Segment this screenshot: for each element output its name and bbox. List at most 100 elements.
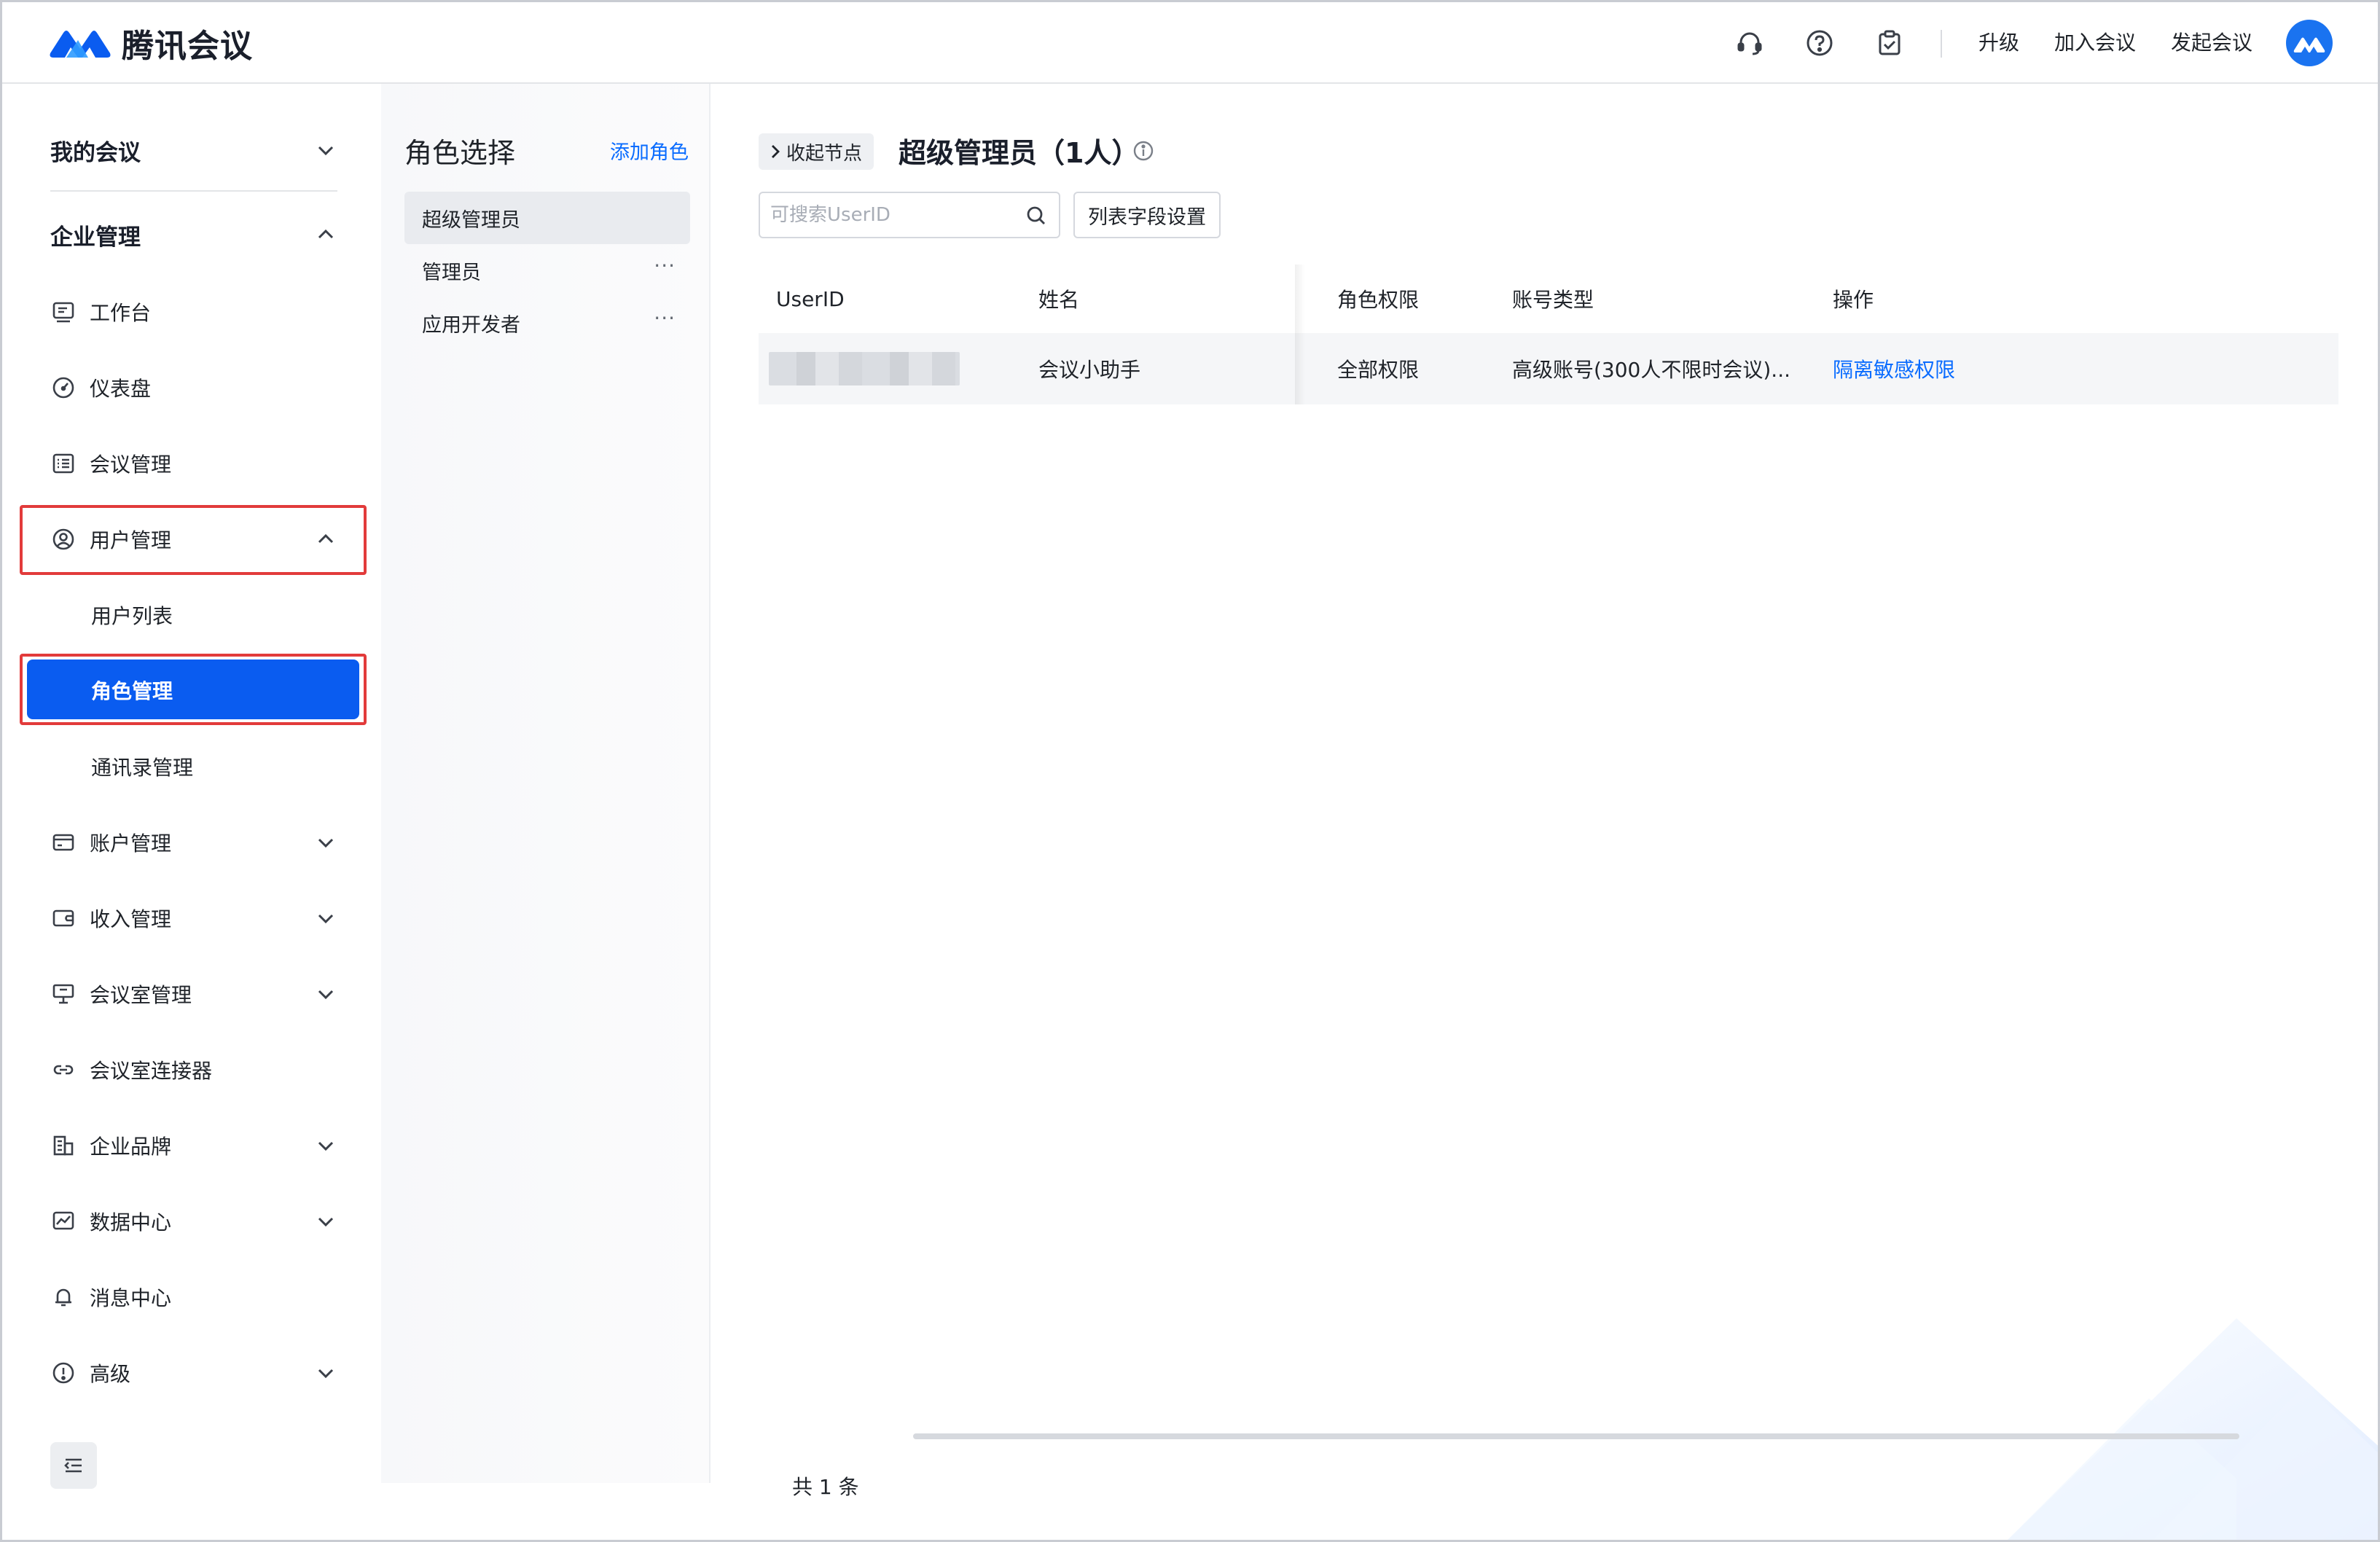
role-panel: 角色选择 添加角色 超级管理员 管理员 ··· 应用开发者 ··· (381, 84, 711, 1483)
sidebar-divider (50, 190, 337, 192)
sidebar-item-workbench[interactable]: 工作台 (24, 281, 364, 343)
top-bar: 腾讯会议 升级 加入会议 发起会议 (2, 2, 2378, 84)
headset-icon (1737, 32, 1762, 55)
sidebar-item-brand[interactable]: 企业品牌 (24, 1114, 364, 1177)
role-item-label: 应用开发者 (422, 313, 520, 337)
total-count: 共 1 条 (792, 1475, 859, 1499)
chevron-right-icon (772, 145, 780, 158)
chevron-up-icon (318, 229, 334, 239)
user-circle-icon (52, 528, 74, 550)
sidebar-item-account-management[interactable]: 账户管理 (24, 811, 364, 874)
sidebar-item-label: 账户管理 (90, 831, 172, 856)
meeting-room-icon (52, 984, 74, 1004)
sidebar-subitem-user-list[interactable]: 用户列表 (24, 584, 364, 646)
nav-group-label: 企业管理 (50, 224, 141, 251)
nav-group-my-meetings[interactable]: 我的会议 (24, 119, 364, 181)
redacted-userid (769, 352, 960, 386)
sidebar-item-label: 数据中心 (90, 1210, 172, 1234)
search-input[interactable] (769, 199, 1017, 231)
chevron-down-icon (318, 1369, 334, 1379)
sidebar-item-income-management[interactable]: 收入管理 (24, 887, 364, 950)
start-meeting-link[interactable]: 发起会议 (2171, 28, 2252, 58)
role-item-admin[interactable]: 管理员 ··· (404, 244, 690, 297)
logo[interactable]: 腾讯会议 (47, 21, 253, 65)
members-table: UserID 姓名 角色权限 账号类型 操作 会议小助手 全部权限 高级账号(3… (759, 265, 2338, 404)
main-content: 收起节点 超级管理员（1人） 列表字段设置 UserID 姓名 角色权限 账号类… (712, 84, 2378, 1540)
more-options-icon[interactable]: ··· (654, 308, 676, 329)
nav-group-label: 我的会议 (50, 139, 141, 166)
sidebar-subitem-role-management[interactable]: 角色管理 (27, 660, 359, 719)
avatar-logo-icon (2293, 37, 2325, 52)
sidebar-item-label: 会议室管理 (90, 983, 192, 1007)
tencent-meeting-logo-icon (50, 31, 111, 58)
task-icon (1879, 30, 1901, 55)
chevron-down-icon (318, 990, 334, 1000)
help-button[interactable] (1805, 28, 1834, 58)
sidebar-item-label: 消息中心 (90, 1286, 172, 1310)
role-item-label: 超级管理员 (422, 208, 520, 232)
support-button[interactable] (1735, 28, 1764, 58)
sidebar-subitem-label: 通讯录管理 (91, 756, 194, 780)
chevron-down-icon (318, 1141, 334, 1151)
role-item-app-developer[interactable]: 应用开发者 ··· (404, 297, 690, 349)
userid-cell (769, 333, 960, 404)
role-panel-title: 角色选择 (404, 137, 516, 169)
nav-group-enterprise[interactable]: 企业管理 (24, 203, 364, 266)
sidebar-item-room-connector[interactable]: 会议室连接器 (24, 1038, 364, 1101)
sidebar-subitem-contacts-management[interactable]: 通讯录管理 (24, 735, 364, 798)
sidebar-item-label: 工作台 (90, 301, 152, 325)
sidebar-item-label: 收入管理 (90, 907, 172, 931)
field-settings-button[interactable]: 列表字段设置 (1073, 192, 1221, 238)
info-icon[interactable] (1132, 139, 1155, 163)
bell-icon (55, 1288, 71, 1307)
column-header-userid: UserID (776, 286, 845, 311)
sidebar-item-advanced[interactable]: 高级 (24, 1342, 364, 1404)
wallet-icon (52, 909, 74, 927)
chevron-down-icon (318, 914, 334, 924)
table-header: UserID 姓名 角色权限 账号类型 操作 (759, 265, 2338, 333)
sidebar-item-message-center[interactable]: 消息中心 (24, 1266, 364, 1328)
table-row[interactable]: 会议小助手 全部权限 高级账号(300人不限时会议)... 隔离敏感权限 (759, 333, 2338, 404)
more-options-icon[interactable]: ··· (654, 256, 676, 276)
collapse-node-label: 收起节点 (786, 142, 863, 165)
upgrade-link[interactable]: 升级 (1978, 28, 2019, 58)
sidebar-subitem-label: 角色管理 (91, 679, 173, 703)
role-item-super-admin[interactable]: 超级管理员 (404, 192, 690, 244)
sidebar-item-dashboard[interactable]: 仪表盘 (24, 356, 364, 419)
chevron-down-icon (318, 838, 334, 848)
sidebar-item-data-center[interactable]: 数据中心 (24, 1190, 364, 1253)
search-icon[interactable] (1024, 203, 1049, 228)
account-type-cell: 高级账号(300人不限时会议)... (1512, 358, 1790, 382)
help-icon (1806, 30, 1833, 56)
chevron-up-icon (318, 533, 334, 544)
sidebar-item-label: 仪表盘 (90, 377, 152, 401)
name-cell: 会议小助手 (1038, 358, 1141, 382)
sidebar: 我的会议 企业管理 工作台 仪表盘 会议管理 用户管理 用户列表 角色管理 通讯… (2, 84, 381, 1540)
shield-icon (52, 1362, 74, 1384)
chevron-down-icon (318, 1217, 334, 1227)
column-header-account-type: 账号类型 (1512, 288, 1594, 312)
chevron-down-icon (318, 146, 334, 156)
tasks-button[interactable] (1875, 28, 1904, 58)
building-icon (53, 1135, 74, 1156)
sidebar-item-label: 企业品牌 (90, 1135, 172, 1159)
sidebar-item-user-management[interactable]: 用户管理 (24, 508, 364, 571)
join-meeting-link[interactable]: 加入会议 (2054, 28, 2136, 58)
column-header-permission: 角色权限 (1337, 288, 1420, 312)
sidebar-item-label: 会议室连接器 (90, 1059, 213, 1083)
collapse-menu-icon (64, 1458, 82, 1473)
horizontal-scrollbar[interactable] (913, 1433, 2239, 1439)
isolate-permission-link[interactable]: 隔离敏感权限 (1833, 333, 1955, 404)
sidebar-item-label: 会议管理 (90, 453, 172, 477)
background-decoration (2008, 1318, 2378, 1540)
sidebar-item-label: 高级 (90, 1362, 131, 1386)
column-header-actions: 操作 (1833, 288, 1874, 312)
collapse-sidebar-button[interactable] (50, 1442, 97, 1489)
link-icon (53, 1065, 74, 1075)
collapse-node-button[interactable]: 收起节点 (759, 133, 874, 170)
add-role-link[interactable]: 添加角色 (610, 136, 689, 165)
avatar[interactable] (2286, 20, 2333, 66)
gauge-icon (52, 377, 74, 399)
sidebar-item-room-management[interactable]: 会议室管理 (24, 963, 364, 1025)
sidebar-item-meeting-management[interactable]: 会议管理 (24, 432, 364, 495)
